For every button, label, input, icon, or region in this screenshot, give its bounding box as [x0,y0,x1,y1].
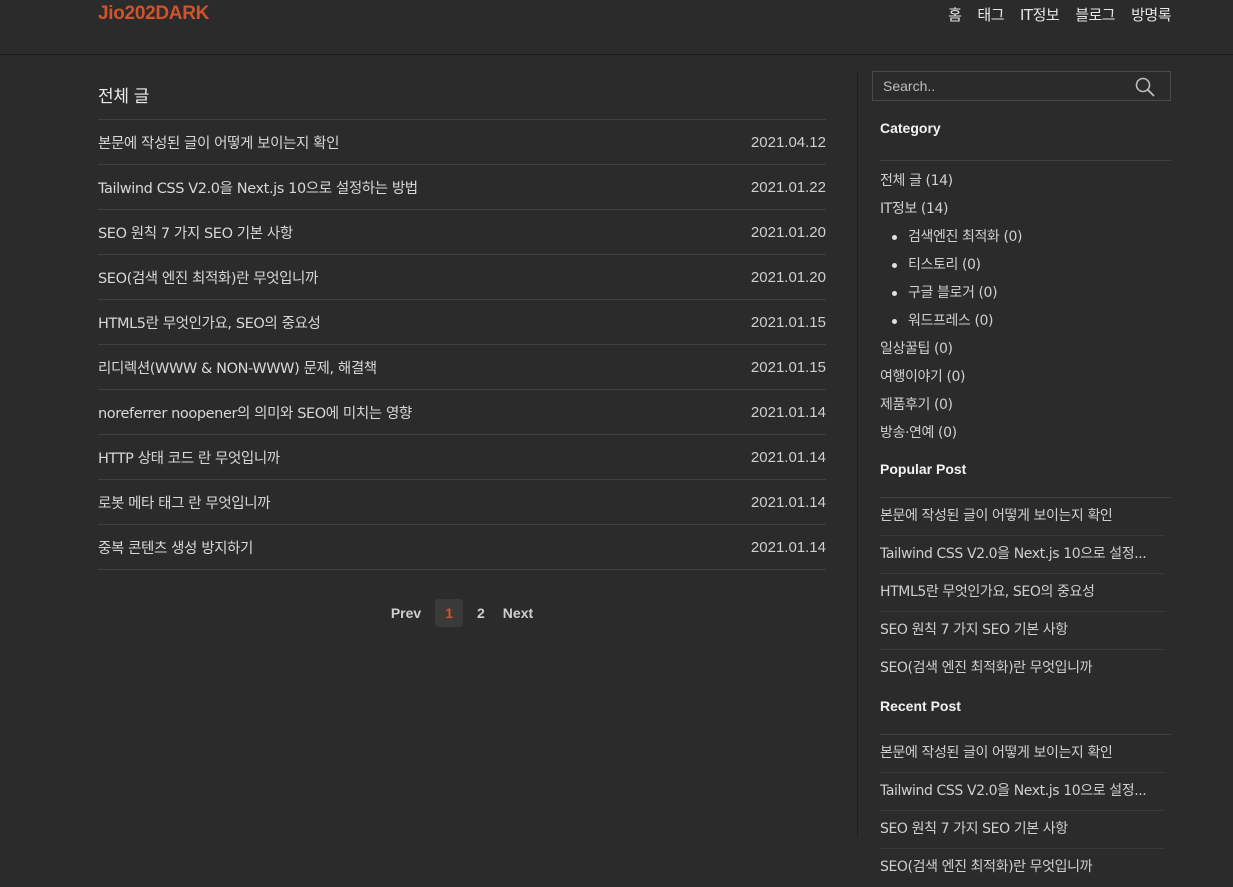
subcategory-item[interactable]: 워드프레스 (0) [880,307,1171,335]
post-date: 2021.01.14 [750,403,826,421]
next-page-button[interactable]: Next [499,599,537,627]
post-row[interactable]: SEO(검색 엔진 최적화)란 무엇입니까 2021.01.20 [98,255,826,300]
category-item[interactable]: 여행이야기 (0) [880,363,1171,391]
post-date: 2021.01.22 [750,178,826,196]
nav-item-home[interactable]: 홈 [948,4,962,25]
popular-post-heading: Popular Post [880,447,1171,498]
post-date: 2021.01.14 [750,448,826,466]
popular-post-section: Popular Post 본문에 작성된 글이 어떻게 보이는지 확인 Tail… [872,447,1171,688]
post-title[interactable]: 중복 콘텐츠 생성 방지하기 [98,537,253,558]
recent-post-item[interactable]: 본문에 작성된 글이 어떻게 보이는지 확인 [880,735,1164,773]
nav-item-guestbook[interactable]: 방명록 [1131,4,1171,25]
recent-post-section: Recent Post 본문에 작성된 글이 어떻게 보이는지 확인 Tailw… [872,688,1171,887]
post-row[interactable]: Tailwind CSS V2.0을 Next.js 10으로 설정하는 방법 … [98,165,826,210]
main-nav: 홈 태그 IT정보 블로그 방명록 [948,4,1171,25]
post-date: 2021.04.12 [750,133,826,151]
post-title[interactable]: SEO 원칙 7 가지 SEO 기본 사항 [98,222,293,243]
page-1-button[interactable]: 1 [435,599,463,627]
site-logo[interactable]: Jio202DARK [98,3,209,25]
post-title[interactable]: 로봇 메타 태그 란 무엇입니까 [98,492,271,513]
popular-post-list: 본문에 작성된 글이 어떻게 보이는지 확인 Tailwind CSS V2.0… [880,498,1171,688]
post-row[interactable]: 본문에 작성된 글이 어떻게 보이는지 확인 2021.04.12 [98,120,826,165]
prev-page-button[interactable]: Prev [387,599,425,627]
popular-post-item[interactable]: SEO(검색 엔진 최적화)란 무엇입니까 [880,650,1164,688]
site-header: Jio202DARK 홈 태그 IT정보 블로그 방명록 [0,0,1233,55]
nav-item-it-info[interactable]: IT정보 [1020,4,1060,25]
post-date: 2021.01.15 [750,358,826,376]
category-heading: Category [880,101,1171,161]
popular-post-item[interactable]: HTML5란 무엇인가요, SEO의 중요성 [880,574,1164,612]
post-date: 2021.01.20 [750,223,826,241]
recent-post-item[interactable]: SEO 원칙 7 가지 SEO 기본 사항 [880,811,1164,849]
post-date: 2021.01.14 [750,493,826,511]
post-row[interactable]: 로봇 메타 태그 란 무엇입니까 2021.01.14 [98,480,826,525]
post-row[interactable]: 리디렉션(WWW & NON-WWW) 문제, 해결책 2021.01.15 [98,345,826,390]
post-title[interactable]: SEO(검색 엔진 최적화)란 무엇입니까 [98,267,318,288]
post-title[interactable]: noreferrer noopener의 의미와 SEO에 미치는 영향 [98,402,412,423]
subcategory-item[interactable]: 티스토리 (0) [880,251,1171,279]
subcategory-item[interactable]: 검색엔진 최적화 (0) [880,223,1171,251]
post-row[interactable]: noreferrer noopener의 의미와 SEO에 미치는 영향 202… [98,390,826,435]
page-title: 전체 글 [98,72,826,120]
pagination: Prev 1 2 Next [98,599,826,627]
search-input[interactable] [873,72,1123,100]
category-list: 전체 글 (14) IT정보 (14) 검색엔진 최적화 (0) 티스토리 (0… [880,167,1171,447]
post-list: 본문에 작성된 글이 어떻게 보이는지 확인 2021.04.12 Tailwi… [98,120,826,570]
post-title[interactable]: Tailwind CSS V2.0을 Next.js 10으로 설정하는 방법 [98,177,418,198]
post-title[interactable]: HTML5란 무엇인가요, SEO의 중요성 [98,312,321,333]
recent-post-item[interactable]: Tailwind CSS V2.0을 Next.js 10으로 설정... [880,773,1164,811]
post-date: 2021.01.20 [750,268,826,286]
search-icon[interactable] [1134,76,1156,98]
recent-post-heading: Recent Post [880,688,1171,735]
page-2-button[interactable]: 2 [473,599,489,627]
category-item[interactable]: IT정보 (14) [880,195,1171,223]
nav-item-blog[interactable]: 블로그 [1075,4,1115,25]
search-box [872,71,1171,101]
post-row[interactable]: HTTP 상태 코드 란 무엇입니까 2021.01.14 [98,435,826,480]
post-title[interactable]: 리디렉션(WWW & NON-WWW) 문제, 해결책 [98,357,377,378]
post-date: 2021.01.15 [750,313,826,331]
popular-post-item[interactable]: 본문에 작성된 글이 어떻게 보이는지 확인 [880,498,1164,536]
popular-post-item[interactable]: Tailwind CSS V2.0을 Next.js 10으로 설정... [880,536,1164,574]
post-row[interactable]: SEO 원칙 7 가지 SEO 기본 사항 2021.01.20 [98,210,826,255]
category-item[interactable]: 일상꿀팁 (0) [880,335,1171,363]
category-item[interactable]: 전체 글 (14) [880,167,1171,195]
category-item[interactable]: 방송·연예 (0) [880,419,1171,447]
column-divider [857,72,858,838]
post-title[interactable]: HTTP 상태 코드 란 무엇입니까 [98,447,280,468]
category-item[interactable]: 제품후기 (0) [880,391,1171,419]
post-title[interactable]: 본문에 작성된 글이 어떻게 보이는지 확인 [98,132,339,153]
post-row[interactable]: HTML5란 무엇인가요, SEO의 중요성 2021.01.15 [98,300,826,345]
main-content: 전체 글 본문에 작성된 글이 어떻게 보이는지 확인 2021.04.12 T… [98,72,826,627]
post-date: 2021.01.14 [750,538,826,556]
recent-post-item[interactable]: SEO(검색 엔진 최적화)란 무엇입니까 [880,849,1164,887]
recent-post-list: 본문에 작성된 글이 어떻게 보이는지 확인 Tailwind CSS V2.0… [880,735,1171,887]
category-section: Category 전체 글 (14) IT정보 (14) 검색엔진 최적화 (0… [872,101,1171,447]
sidebar: Category 전체 글 (14) IT정보 (14) 검색엔진 최적화 (0… [872,71,1171,887]
popular-post-item[interactable]: SEO 원칙 7 가지 SEO 기본 사항 [880,612,1164,650]
nav-item-tags[interactable]: 태그 [977,4,1004,25]
post-row[interactable]: 중복 콘텐츠 생성 방지하기 2021.01.14 [98,525,826,570]
subcategory-item[interactable]: 구글 블로거 (0) [880,279,1171,307]
